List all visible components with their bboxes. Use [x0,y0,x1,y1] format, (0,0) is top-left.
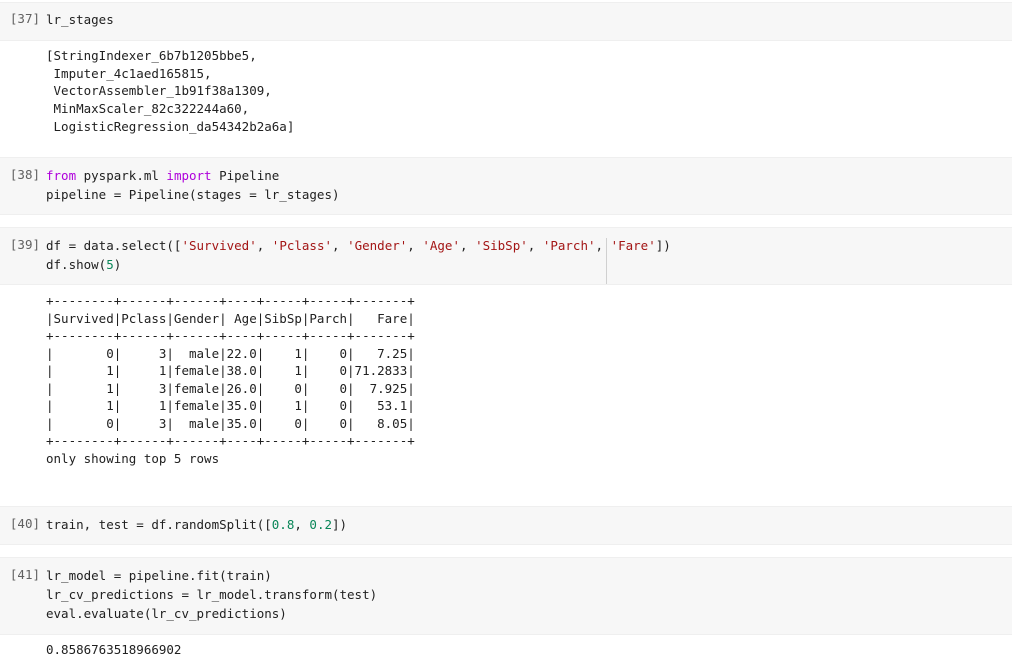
cell-prompt: [40] [9,516,40,531]
cell-prompt: [41] [9,567,40,582]
cell-output-line: +--------+------+------+----+-----+-----… [46,293,415,308]
cell-prompt: [39] [9,237,40,252]
cell-code-line[interactable]: lr_stages [46,10,114,29]
cell-code-line[interactable]: from pyspark.ml import Pipeline [46,166,279,185]
text-cursor [606,238,607,284]
cell-output-line: [StringIndexer_6b7b1205bbe5, [46,48,257,63]
cell-output-line: | 0| 3| male|22.0| 1| 0| 7.25| [46,346,415,361]
cell-code-line[interactable]: df.show(5) [46,255,121,274]
cell-output-line: Imputer_4c1aed165815, [46,66,212,81]
cell-output-line: | 1| 1|female|35.0| 1| 0| 53.1| [46,398,415,413]
cell-output-line: only showing top 5 rows [46,451,220,466]
cell-output-line: LogisticRegression_da54342b2a6a] [46,119,295,134]
cell-code-line[interactable]: lr_cv_predictions = lr_model.transform(t… [46,585,377,604]
cell-code-line[interactable]: pipeline = Pipeline(stages = lr_stages) [46,185,340,204]
cell-output-line: |Survived|Pclass|Gender| Age|SibSp|Parch… [46,311,415,326]
cell-output-line: +--------+------+------+----+-----+-----… [46,328,415,343]
cell-code-line[interactable]: lr_model = pipeline.fit(train) [46,566,272,585]
cell-output-line: | 1| 3|female|26.0| 0| 0| 7.925| [46,381,415,396]
cell-output-line: +--------+------+------+----+-----+-----… [46,433,415,448]
cell-output-line: VectorAssembler_1b91f38a1309, [46,83,272,98]
cell-code-line[interactable]: train, test = df.randomSplit([0.8, 0.2]) [46,515,347,534]
cell-output-line: 0.8586763518966902 [46,642,182,657]
cell-prompt: [38] [9,167,40,182]
cell-output-line: | 0| 3| male|35.0| 0| 0| 8.05| [46,416,415,431]
cell-code-line[interactable]: df = data.select(['Survived', 'Pclass', … [46,236,671,255]
cell-output-line: | 1| 1|female|38.0| 1| 0|71.2833| [46,363,415,378]
code-cell-37[interactable] [0,2,1012,41]
cell-prompt: [37] [9,11,40,26]
cell-output-line: MinMaxScaler_82c322244a60, [46,101,250,116]
cell-code-line[interactable]: eval.evaluate(lr_cv_predictions) [46,604,287,623]
